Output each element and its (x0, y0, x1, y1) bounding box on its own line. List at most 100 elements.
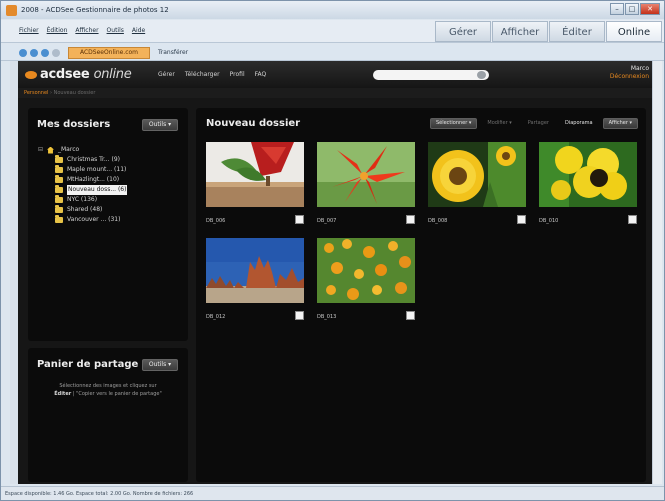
site-header: acdsee online Gérer Télécharger Profil F… (18, 61, 653, 88)
tree-item-label: NYC (136) (67, 196, 98, 203)
site-nav-faq[interactable]: FAQ (255, 71, 267, 78)
folders-tools-button[interactable]: Outils ▾ (142, 119, 178, 131)
maximize-button[interactable]: □ (625, 3, 639, 15)
stop-icon[interactable] (52, 48, 60, 57)
share-instructions: Sélectionnez des images et cliquez sur É… (54, 383, 162, 397)
photo-thumbnail[interactable] (539, 142, 637, 207)
site-nav-upload[interactable]: Télécharger (185, 71, 220, 78)
photo-checkbox[interactable] (295, 311, 304, 320)
folder-icon (55, 195, 63, 203)
search-input[interactable] (373, 70, 489, 80)
breadcrumb: Personnel › Nouveau dossier (18, 88, 653, 98)
share-tools-button[interactable]: Outils ▾ (142, 359, 178, 371)
tree-item-vancouver[interactable]: Vancouver ... (31) (38, 215, 127, 225)
photo-tile[interactable]: DB_010 (536, 140, 640, 235)
tree-item-maple[interactable]: Maple mount... (11) (38, 165, 127, 175)
tree-item-christmas[interactable]: Christmas Tr... (9) (38, 155, 127, 165)
folders-panel: Mes dossiers Outils ▾ ⊟ _Marco Christmas… (28, 108, 188, 341)
title-bar: 2008 - ACDSee Gestionnaire de photos 12 … (1, 1, 664, 19)
nav-bar: ACDSeeOnline.com Transférer (1, 45, 664, 61)
tree-item-shared[interactable]: Shared (48) (38, 205, 127, 215)
window-controls: – □ ✕ (610, 3, 660, 15)
folder-icon (55, 215, 63, 223)
tab-acdsee-online[interactable]: ACDSeeOnline.com (68, 46, 150, 59)
tree-item-label: MtHazlingt... (10) (67, 176, 120, 183)
photo-tile[interactable]: DB_006 (203, 140, 307, 235)
folder-icon (55, 185, 63, 193)
photo-tile[interactable]: DB_012 (203, 236, 307, 331)
photo-thumbnail[interactable] (428, 142, 526, 207)
photo-caption: DB_007 (317, 218, 337, 224)
site-nav-manage[interactable]: Gérer (158, 71, 175, 78)
photo-checkbox[interactable] (628, 215, 637, 224)
logo-suffix: online (93, 67, 132, 82)
breadcrumb-current: Nouveau dossier (53, 90, 96, 96)
window-title: 2008 - ACDSee Gestionnaire de photos 12 (21, 6, 169, 14)
mode-edit[interactable]: Éditer (549, 21, 605, 42)
tab-transfer[interactable]: Transférer (158, 49, 188, 56)
photo-thumbnail[interactable] (317, 142, 415, 207)
share-button[interactable]: Partager (522, 118, 555, 129)
select-button[interactable]: Sélectionner ▾ (429, 118, 478, 129)
tree-item-label: Vancouver ... (31) (67, 216, 121, 223)
folder-tree: ⊟ _Marco Christmas Tr... (9) Maple mount… (38, 145, 128, 225)
back-icon[interactable] (19, 48, 27, 57)
share-basket-title: Panier de partage (37, 359, 139, 370)
menu-tools[interactable]: Outils (107, 27, 124, 34)
photo-thumbnail[interactable] (206, 142, 304, 207)
mode-view[interactable]: Afficher (492, 21, 548, 42)
content-toolbar: Sélectionner ▾ Modifier ▾ Partager Diapo… (429, 118, 638, 129)
acdsee-logo-icon (25, 71, 37, 79)
menu-bar: Fichier Édition Afficher Outils Aide Gér… (1, 20, 664, 43)
photo-thumbnail[interactable] (317, 238, 415, 303)
left-gutter (10, 61, 18, 484)
folder-icon (55, 175, 63, 183)
photo-checkbox[interactable] (517, 215, 526, 224)
forward-icon[interactable] (30, 48, 38, 57)
menu-file[interactable]: Fichier (19, 27, 39, 34)
menu-help[interactable]: Aide (132, 27, 145, 34)
web-view: acdsee online Gérer Télécharger Profil F… (18, 61, 653, 484)
view-button[interactable]: Afficher ▾ (602, 118, 638, 129)
photo-checkbox[interactable] (406, 215, 415, 224)
app-icon (6, 4, 17, 16)
share-basket-panel: Panier de partage Outils ▾ Sélectionnez … (28, 348, 188, 482)
photo-thumbnail[interactable] (206, 238, 304, 303)
slideshow-button[interactable]: Diaporama (559, 118, 599, 129)
menu-view[interactable]: Afficher (75, 27, 98, 34)
search-icon[interactable] (477, 71, 486, 79)
menu-edit[interactable]: Édition (47, 27, 68, 34)
vertical-scrollbar[interactable] (652, 61, 662, 484)
photo-tile[interactable]: DB_007 (314, 140, 418, 235)
menu-items: Fichier Édition Afficher Outils Aide (19, 27, 145, 34)
mode-manage[interactable]: Gérer (435, 21, 491, 42)
photo-caption: DB_013 (317, 314, 337, 320)
share-edit-link[interactable]: Éditer (54, 391, 71, 397)
photo-tile[interactable]: DB_013 (314, 236, 418, 331)
site-nav: Gérer Télécharger Profil FAQ (158, 71, 266, 78)
content-panel: Nouveau dossier Sélectionner ▾ Modifier … (196, 108, 646, 482)
mode-online[interactable]: Online (606, 21, 662, 42)
folder-icon (55, 205, 63, 213)
user-name: Marco (630, 65, 649, 72)
minimize-button[interactable]: – (610, 3, 624, 15)
tree-item-nouveau[interactable]: Nouveau doss... (6) (38, 185, 128, 195)
home-icon (47, 146, 54, 154)
mode-tabs: Gérer Afficher Éditer Online (435, 21, 662, 42)
photo-caption: DB_008 (428, 218, 448, 224)
tree-item-nyc[interactable]: NYC (136) (38, 195, 127, 205)
close-button[interactable]: ✕ (640, 3, 660, 15)
photo-tile[interactable]: DB_008 (425, 140, 529, 235)
breadcrumb-personal[interactable]: Personnel (24, 90, 48, 96)
photo-checkbox[interactable] (295, 215, 304, 224)
status-bar: Espace disponible: 1.46 Go. Espace total… (1, 486, 664, 500)
tree-root[interactable]: ⊟ _Marco (38, 145, 127, 155)
logo-brand: acdsee (40, 67, 90, 82)
logout-link[interactable]: Déconnexion (610, 73, 649, 81)
photo-checkbox[interactable] (406, 311, 415, 320)
refresh-icon[interactable] (41, 48, 49, 57)
collapse-icon[interactable]: ⊟ (38, 145, 45, 155)
tree-item-hazlington[interactable]: MtHazlingt... (10) (38, 175, 127, 185)
modify-button[interactable]: Modifier ▾ (481, 118, 517, 129)
site-nav-profile[interactable]: Profil (230, 71, 245, 78)
